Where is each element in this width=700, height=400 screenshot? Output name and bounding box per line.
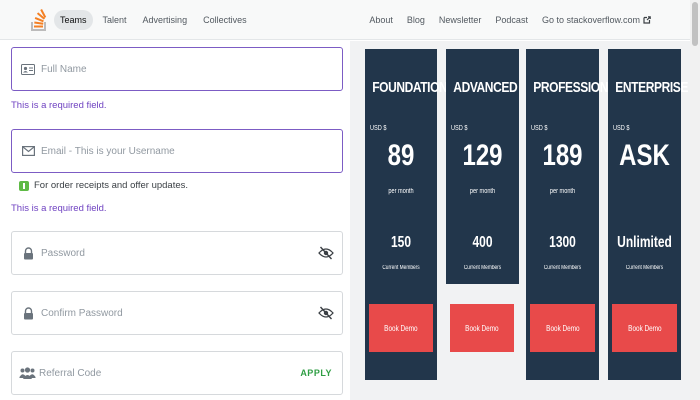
email-hint: For order receipts and offer updates. (19, 180, 188, 191)
plan-members-label: Current Members (382, 265, 420, 271)
scrollbar-thumb[interactable] (692, 2, 698, 46)
plan-members: Unlimited (617, 234, 672, 251)
book-demo-label: Book Demo (384, 323, 418, 333)
lock-icon (21, 246, 35, 260)
plan-period: per month (469, 188, 496, 195)
plan-members: 400 (472, 234, 493, 251)
plan-period: per month (388, 188, 414, 195)
envelope-icon (21, 144, 35, 158)
referral-code-placeholder: Referral Code (39, 367, 102, 379)
stackoverflow-logo-icon[interactable] (30, 8, 48, 32)
lock-icon (21, 306, 35, 320)
nav-collectives[interactable]: Collectives (197, 10, 253, 30)
eye-slash-icon[interactable] (318, 306, 334, 320)
plan-currency: USD $ (613, 125, 630, 132)
plan-tier: ENTERPRISE (615, 79, 688, 96)
email-field[interactable]: Email - This is your Username (11, 129, 343, 173)
confirm-password-placeholder: Confirm Password (41, 307, 123, 319)
nav-talent[interactable]: Talent (97, 10, 133, 30)
nav-blog[interactable]: Blog (402, 10, 430, 30)
eye-slash-icon[interactable] (318, 246, 334, 260)
book-demo-label: Book Demo (465, 323, 499, 333)
full-name-field[interactable]: Full Name (11, 47, 343, 91)
book-demo-button[interactable]: Book Demo (612, 304, 677, 352)
plan-currency: USD $ (531, 125, 548, 132)
book-demo-label: Book Demo (545, 323, 580, 333)
plan-price: 189 (542, 139, 583, 172)
email-hint-text: For order receipts and offer updates. (34, 180, 189, 191)
referral-code-field[interactable]: Referral Code APPLY (11, 351, 343, 395)
plan-currency: USD $ (370, 125, 387, 132)
plan-tier: ADVANCED (453, 79, 518, 96)
book-demo-label: Book Demo (627, 323, 662, 333)
plan-currency: USD $ (451, 125, 468, 132)
page-scrollbar[interactable] (690, 0, 700, 400)
plan-tier: FOUNDATION (372, 79, 448, 96)
users-icon (19, 366, 36, 380)
pricing-panel: FOUNDATION USD $ 89 per month 150 Curren… (350, 41, 690, 400)
plan-card-professional: PROFESSIONAL USD $ 189 per month 1300 Cu… (526, 49, 624, 380)
plan-members-label: Current Members (543, 265, 582, 271)
nav-go-to-stackoverflow-label: Go to stackoverflow.com (541, 15, 640, 25)
id-card-icon (21, 62, 35, 76)
plan-members-label: Current Members (625, 265, 664, 271)
plan-tier: PROFESSIONAL (533, 79, 624, 96)
info-badge-icon (19, 180, 29, 191)
plan-price: 129 (462, 139, 503, 172)
nav-go-to-stackoverflow[interactable]: Go to stackoverflow.com (537, 10, 656, 30)
password-field[interactable]: Password (11, 231, 343, 275)
full-name-placeholder: Full Name (41, 63, 87, 75)
nav-advertising[interactable]: Advertising (137, 10, 194, 30)
plan-members: 150 (390, 234, 412, 251)
plan-card-advanced: ADVANCED USD $ 129 per month 400 Current… (446, 49, 519, 284)
apply-button[interactable]: APPLY (300, 368, 332, 378)
nav-newsletter[interactable]: Newsletter (434, 10, 487, 30)
plan-card-foundation: FOUNDATION USD $ 89 per month 150 Curren… (365, 49, 448, 380)
nav-podcast[interactable]: Podcast (490, 10, 533, 30)
nav-about[interactable]: About (364, 10, 398, 30)
plan-period: per month (549, 188, 576, 195)
book-demo-button[interactable]: Book Demo (530, 304, 595, 352)
confirm-password-field[interactable]: Confirm Password (11, 291, 343, 335)
top-nav: Teams Talent Advertising Collectives Abo… (0, 0, 700, 40)
book-demo-button[interactable]: Book Demo (450, 304, 514, 352)
email-placeholder: Email - This is your Username (41, 145, 175, 157)
plan-card-enterprise: ENTERPRISE USD $ ASK Unlimited Current M… (608, 49, 688, 380)
plan-price: ASK (619, 139, 670, 172)
email-error: This is a required field. (11, 203, 107, 214)
plan-members: 1300 (549, 234, 576, 251)
nav-teams[interactable]: Teams (54, 10, 93, 30)
full-name-error: This is a required field. (11, 100, 107, 111)
plan-price: 89 (387, 139, 415, 172)
plan-members-label: Current Members (463, 265, 502, 271)
password-placeholder: Password (41, 247, 85, 259)
external-link-icon (643, 16, 651, 24)
book-demo-button[interactable]: Book Demo (369, 304, 433, 352)
